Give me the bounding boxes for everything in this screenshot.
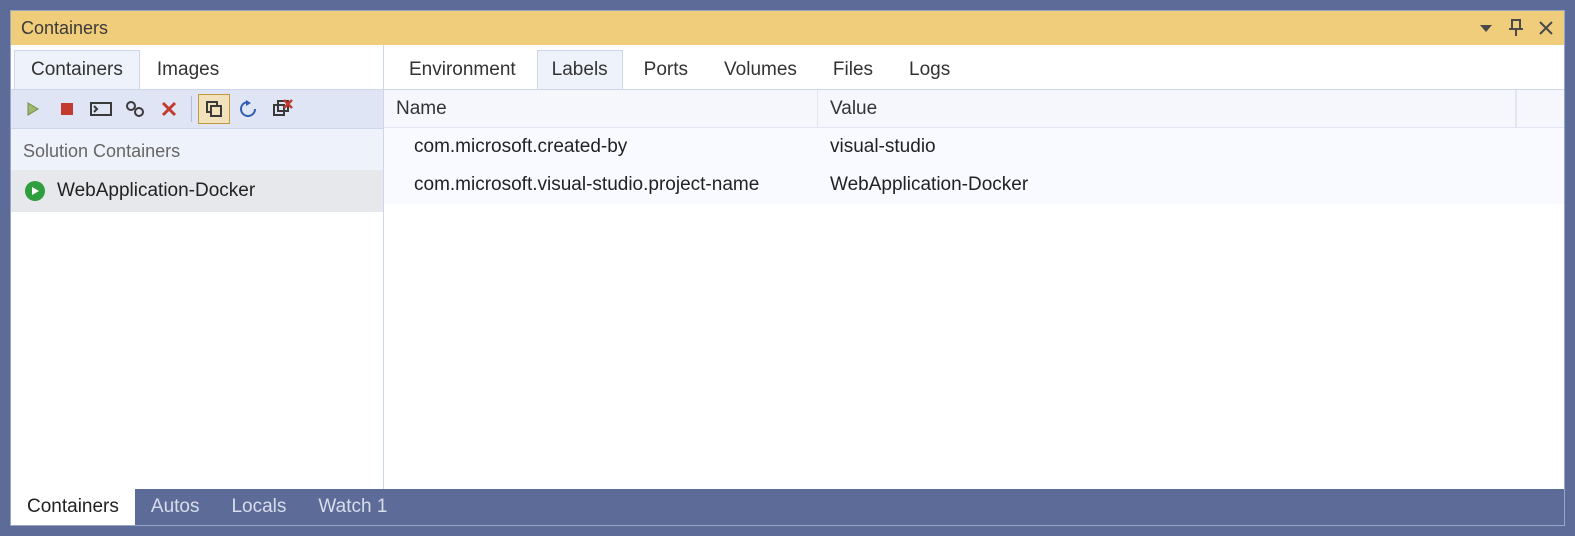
container-item[interactable]: WebApplication-Docker (11, 170, 383, 212)
tab-label: Ports (644, 59, 688, 80)
tab-ports[interactable]: Ports (629, 50, 703, 90)
copy-icon[interactable] (198, 94, 230, 124)
container-list: WebApplication-Docker (11, 170, 383, 489)
remove-multi-icon[interactable] (266, 94, 298, 124)
titlebar-controls (1478, 19, 1554, 37)
window-title: Containers (21, 18, 108, 39)
delete-icon[interactable] (153, 94, 185, 124)
bottom-tab-containers[interactable]: Containers (11, 489, 135, 525)
tab-labels[interactable]: Labels (537, 50, 623, 90)
tab-label: Files (833, 59, 873, 80)
cell-value: WebApplication-Docker (818, 172, 1564, 198)
window-body: Containers Images (11, 45, 1564, 489)
tab-label: Containers (27, 496, 119, 518)
containers-window: Containers Containers (10, 10, 1565, 526)
tab-volumes[interactable]: Volumes (709, 50, 812, 90)
left-toolbar (11, 89, 383, 129)
table-row[interactable]: com.microsoft.created-by visual-studio (384, 128, 1564, 166)
stop-icon[interactable] (51, 94, 83, 124)
labels-table: Name Value com.microsoft.created-by visu… (384, 89, 1564, 489)
tab-label: Containers (31, 59, 123, 80)
tab-label: Environment (409, 59, 516, 80)
bottom-tabs: Containers Autos Locals Watch 1 (11, 489, 1564, 525)
tab-label: Images (157, 59, 219, 80)
section-label: Solution Containers (11, 129, 383, 170)
running-status-icon (25, 181, 45, 201)
column-header-value[interactable]: Value (818, 90, 1516, 127)
cell-name: com.microsoft.visual-studio.project-name (384, 172, 818, 198)
tab-label: Autos (151, 496, 200, 518)
tab-label: Labels (552, 59, 608, 80)
container-name: WebApplication-Docker (57, 180, 255, 202)
tab-label: Volumes (724, 59, 797, 80)
outer-frame: Containers Containers (0, 0, 1575, 536)
tab-label: Locals (231, 496, 286, 518)
refresh-icon[interactable] (232, 94, 264, 124)
tab-containers[interactable]: Containers (14, 50, 140, 90)
gear-icon[interactable] (119, 94, 151, 124)
tab-images[interactable]: Images (140, 50, 236, 90)
close-icon[interactable] (1538, 20, 1554, 36)
column-header-name[interactable]: Name (384, 90, 818, 127)
window-options-icon[interactable] (1478, 23, 1494, 33)
cell-value: visual-studio (818, 134, 1564, 160)
column-header-spacer (1516, 90, 1564, 127)
cell-name: com.microsoft.created-by (384, 134, 818, 160)
tab-environment[interactable]: Environment (394, 50, 531, 90)
left-panel: Containers Images (11, 45, 384, 489)
terminal-icon[interactable] (85, 94, 117, 124)
tab-label: Watch 1 (318, 496, 387, 518)
right-tabs: Environment Labels Ports Volumes Files L… (384, 45, 1564, 89)
bottom-tab-locals[interactable]: Locals (215, 489, 302, 525)
bottom-tab-autos[interactable]: Autos (135, 489, 216, 525)
titlebar: Containers (11, 11, 1564, 45)
bottom-tab-watch1[interactable]: Watch 1 (302, 489, 403, 525)
tab-label: Logs (909, 59, 950, 80)
tab-files[interactable]: Files (818, 50, 888, 90)
toolbar-separator (191, 96, 192, 122)
tab-logs[interactable]: Logs (894, 50, 965, 90)
right-panel: Environment Labels Ports Volumes Files L… (384, 45, 1564, 489)
left-tabs: Containers Images (11, 45, 383, 89)
table-header: Name Value (384, 90, 1564, 128)
table-row[interactable]: com.microsoft.visual-studio.project-name… (384, 166, 1564, 204)
pin-icon[interactable] (1508, 19, 1524, 37)
play-icon[interactable] (17, 94, 49, 124)
